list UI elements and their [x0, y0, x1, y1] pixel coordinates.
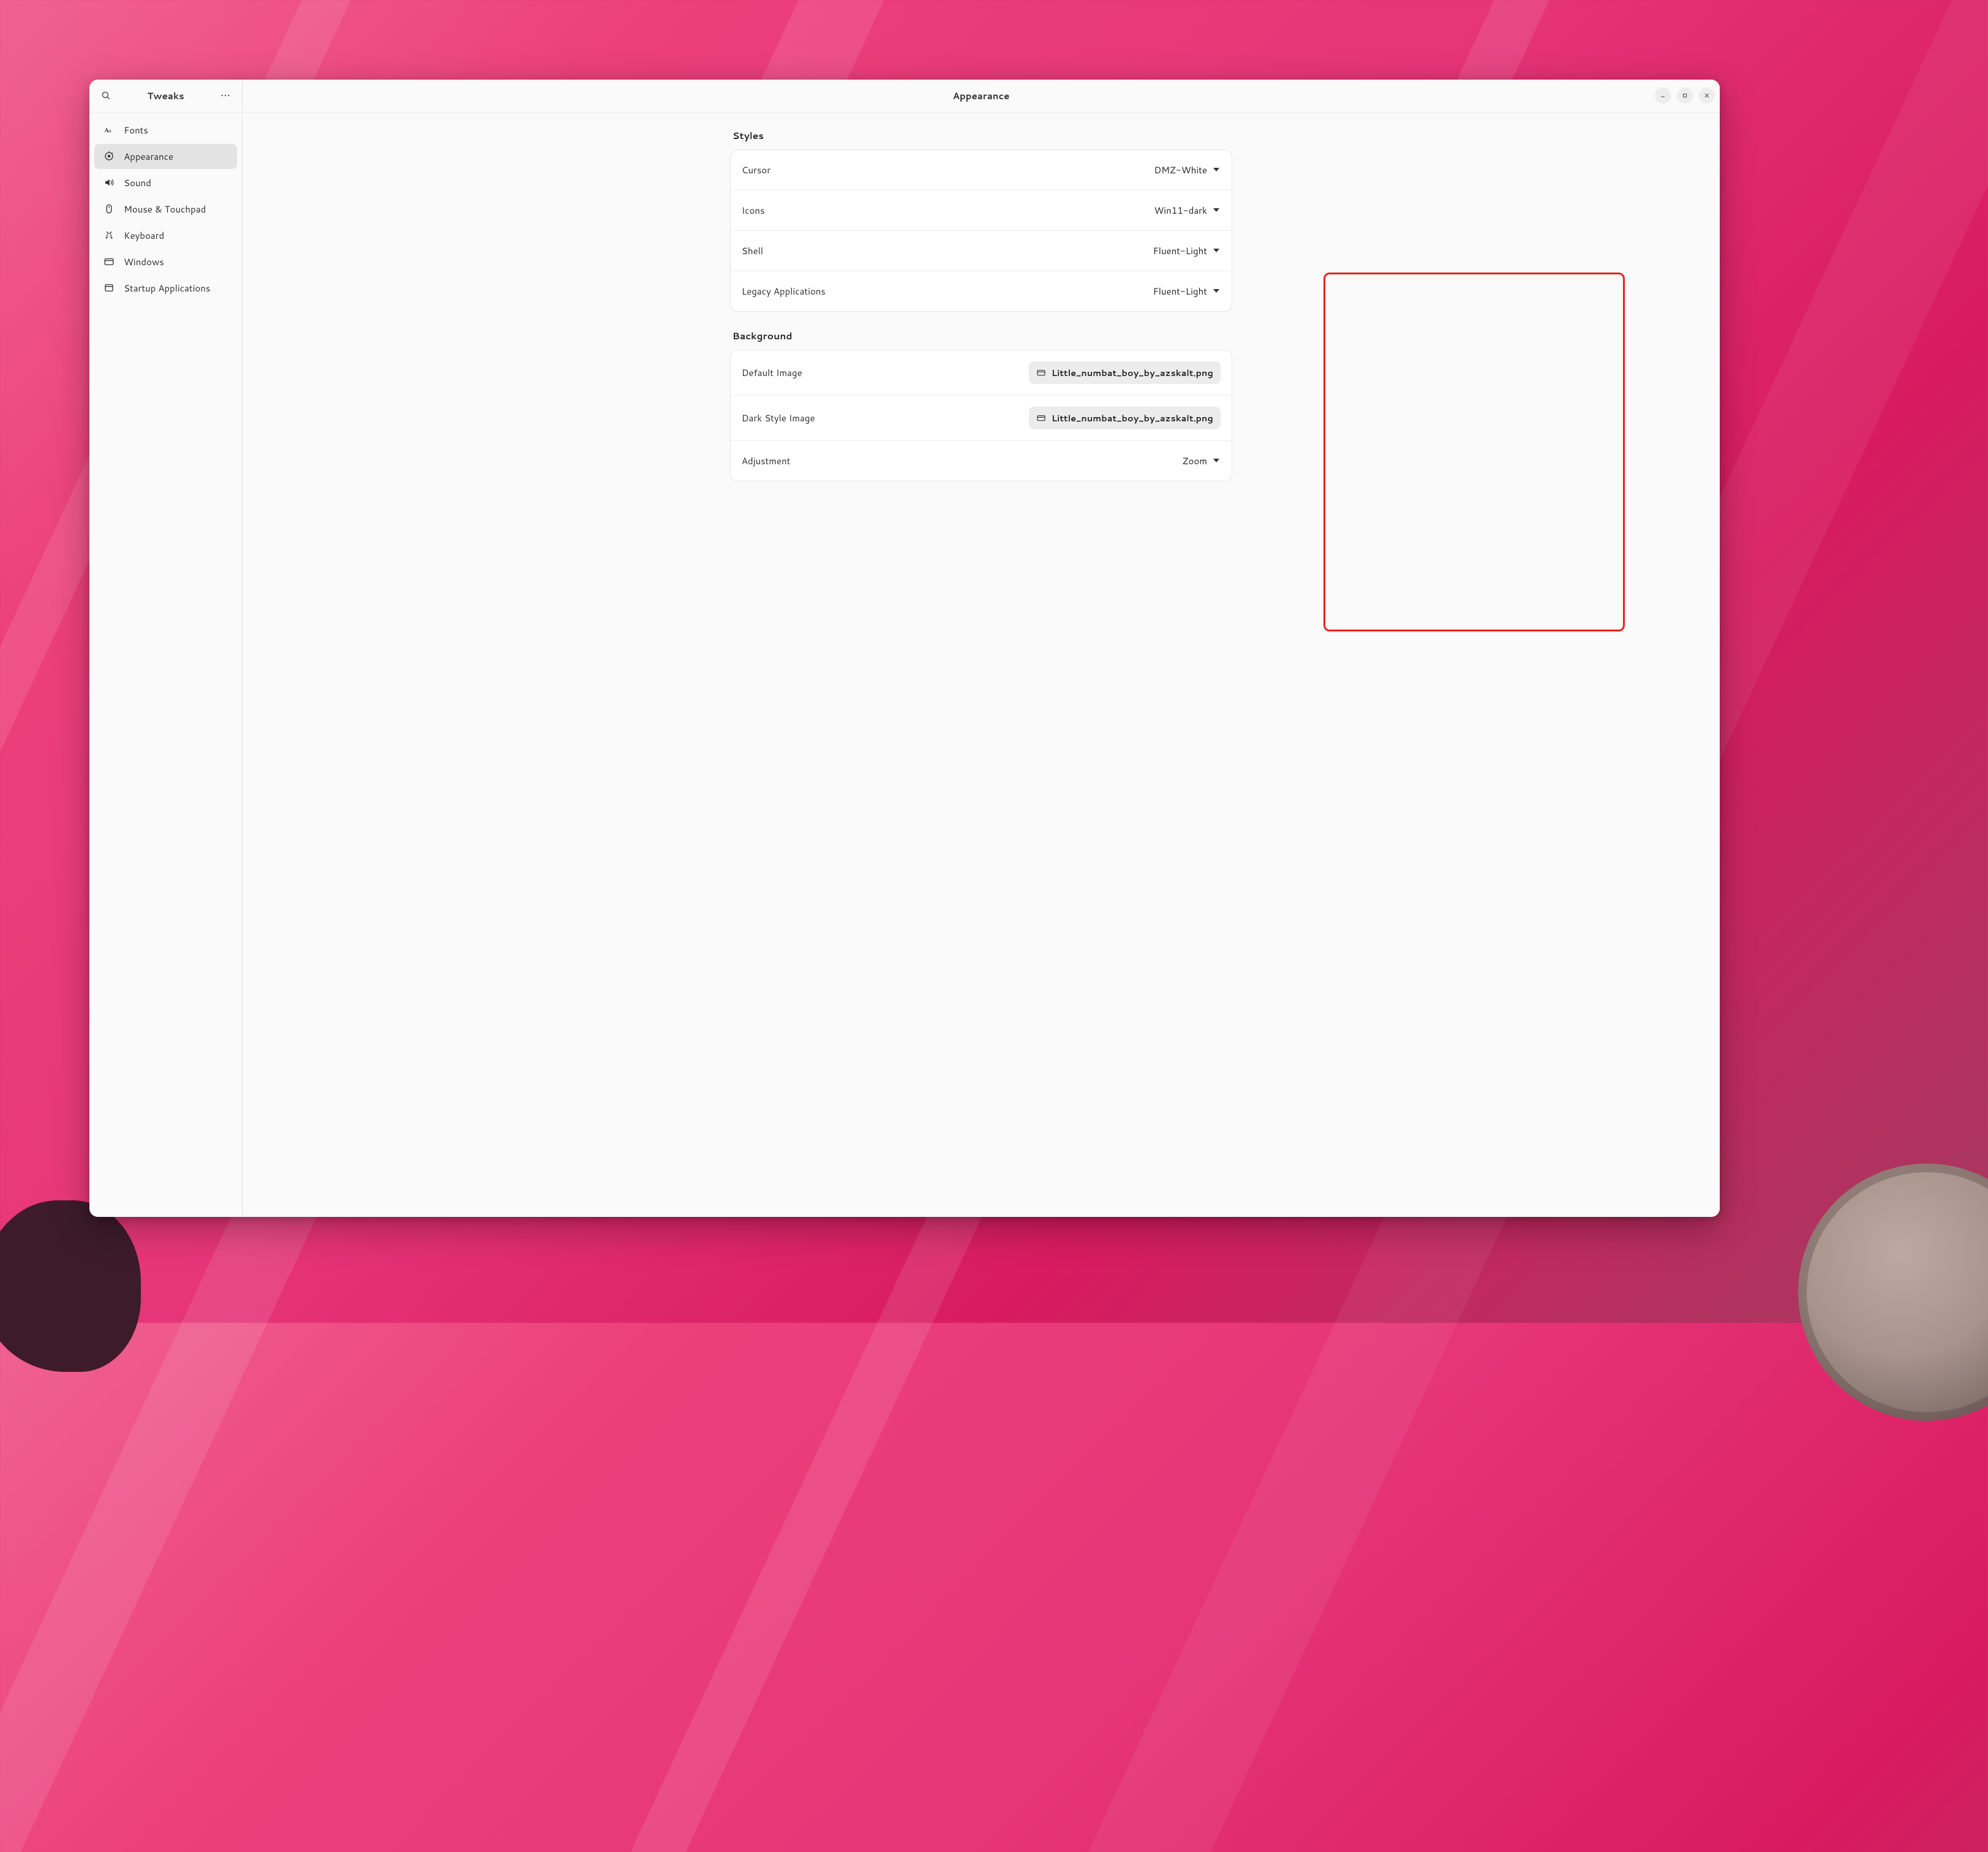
wallpaper-silhouette — [0, 1200, 141, 1372]
windows-icon — [103, 255, 115, 268]
row-default-image: Default Image Little_numbat_boy_by_azska… — [731, 350, 1232, 396]
row-icons: Icons Win11-dark — [731, 190, 1232, 231]
row-dark-style-image: Dark Style Image Little_numbat_boy_by_az… — [731, 396, 1232, 441]
content-area: Styles Cursor DMZ-White Icons Win11-dark — [243, 113, 1720, 1218]
sidebar-item-startup-applications[interactable]: Startup Applications — [94, 276, 237, 301]
background-card: Default Image Little_numbat_boy_by_azska… — [730, 350, 1232, 481]
sidebar-item-windows[interactable]: Windows — [94, 249, 237, 274]
main-panel: Appearance Styles Cursor — [243, 80, 1720, 1218]
folder-icon — [1036, 367, 1046, 377]
keyboard-icon — [103, 229, 115, 241]
sidebar-item-label: Appearance — [124, 150, 173, 163]
tweaks-window: Tweaks Aa Fonts Appearance — [89, 80, 1720, 1218]
svg-text:A: A — [105, 127, 109, 134]
sidebar-item-label: Mouse & Touchpad — [124, 203, 206, 216]
close-icon — [1703, 92, 1711, 99]
dark-style-image-file-button[interactable]: Little_numbat_boy_by_azskalt.png — [1029, 407, 1221, 429]
minimize-button[interactable] — [1655, 88, 1671, 104]
row-cursor: Cursor DMZ-White — [731, 150, 1232, 190]
search-icon — [100, 90, 111, 101]
dropdown-value: DMZ-White — [1154, 164, 1207, 176]
row-label: Default Image — [742, 366, 802, 379]
chevron-down-icon — [1213, 459, 1219, 462]
row-label: Adjustment — [742, 454, 790, 467]
file-name: Little_numbat_boy_by_azskalt.png — [1052, 412, 1213, 424]
row-label: Cursor — [742, 164, 770, 176]
maximize-icon — [1681, 92, 1689, 99]
legacy-applications-dropdown[interactable]: Fluent-Light — [1152, 282, 1221, 300]
window-controls — [1655, 88, 1715, 104]
styles-section: Styles Cursor DMZ-White Icons Win11-dark — [730, 129, 1232, 329]
row-label: Shell — [742, 244, 763, 257]
search-button[interactable] — [96, 85, 116, 106]
folder-icon — [1036, 413, 1046, 423]
sidebar-item-fonts[interactable]: Aa Fonts — [94, 118, 237, 143]
chevron-down-icon — [1213, 168, 1219, 171]
close-button[interactable] — [1699, 88, 1715, 104]
background-section: Background Default Image Little_numbat_b… — [730, 329, 1232, 499]
dropdown-value: Fluent-Light — [1153, 285, 1207, 298]
chevron-down-icon — [1213, 249, 1219, 252]
sidebar-item-label: Windows — [124, 255, 164, 268]
cursor-dropdown[interactable]: DMZ-White — [1153, 161, 1221, 179]
page-title: Appearance — [953, 89, 1010, 102]
section-title-styles: Styles — [732, 129, 1232, 142]
row-shell: Shell Fluent-Light — [731, 231, 1232, 271]
sidebar-item-mouse-touchpad[interactable]: Mouse & Touchpad — [94, 197, 237, 222]
chevron-down-icon — [1213, 289, 1219, 293]
sidebar-item-label: Sound — [124, 176, 151, 189]
row-label: Dark Style Image — [742, 412, 815, 424]
sidebar: Tweaks Aa Fonts Appearance — [89, 80, 243, 1218]
sidebar-item-label: Startup Applications — [124, 282, 210, 295]
icons-dropdown[interactable]: Win11-dark — [1153, 201, 1220, 219]
sidebar-item-label: Fonts — [124, 124, 148, 137]
sidebar-item-label: Keyboard — [124, 229, 164, 242]
dropdown-value: Fluent-Light — [1153, 244, 1207, 257]
row-adjustment: Adjustment Zoom — [731, 441, 1232, 481]
shell-dropdown[interactable]: Fluent-Light — [1152, 242, 1221, 260]
fonts-icon: Aa — [103, 124, 115, 136]
main-header: Appearance — [243, 80, 1720, 113]
startup-icon — [103, 282, 115, 294]
appearance-icon — [103, 150, 115, 162]
file-name: Little_numbat_boy_by_azskalt.png — [1052, 366, 1213, 379]
sidebar-item-appearance[interactable]: Appearance — [94, 144, 237, 169]
app-title: Tweaks — [116, 89, 215, 102]
sidebar-nav: Aa Fonts Appearance Sound M — [89, 113, 242, 306]
section-title-background: Background — [732, 329, 1232, 342]
maximize-button[interactable] — [1677, 88, 1693, 104]
sidebar-item-keyboard[interactable]: Keyboard — [94, 223, 237, 248]
wallpaper-artwork — [1798, 1164, 1988, 1421]
row-label: Legacy Applications — [742, 285, 826, 298]
sidebar-item-sound[interactable]: Sound — [94, 170, 237, 195]
dropdown-value: Zoom — [1183, 454, 1207, 467]
adjustment-dropdown[interactable]: Zoom — [1181, 452, 1221, 470]
minimize-icon — [1659, 92, 1666, 99]
row-label: Icons — [742, 204, 765, 217]
hamburger-menu-button[interactable] — [215, 85, 236, 106]
chevron-down-icon — [1213, 208, 1219, 212]
svg-text:a: a — [108, 128, 111, 134]
sound-icon — [103, 176, 115, 189]
mouse-icon — [103, 203, 115, 215]
default-image-file-button[interactable]: Little_numbat_boy_by_azskalt.png — [1029, 361, 1221, 384]
dropdown-value: Win11-dark — [1154, 204, 1207, 217]
row-legacy-applications: Legacy Applications Fluent-Light — [731, 271, 1232, 311]
more-icon — [220, 90, 231, 101]
styles-card: Cursor DMZ-White Icons Win11-dark — [730, 149, 1232, 312]
sidebar-header: Tweaks — [89, 80, 242, 113]
